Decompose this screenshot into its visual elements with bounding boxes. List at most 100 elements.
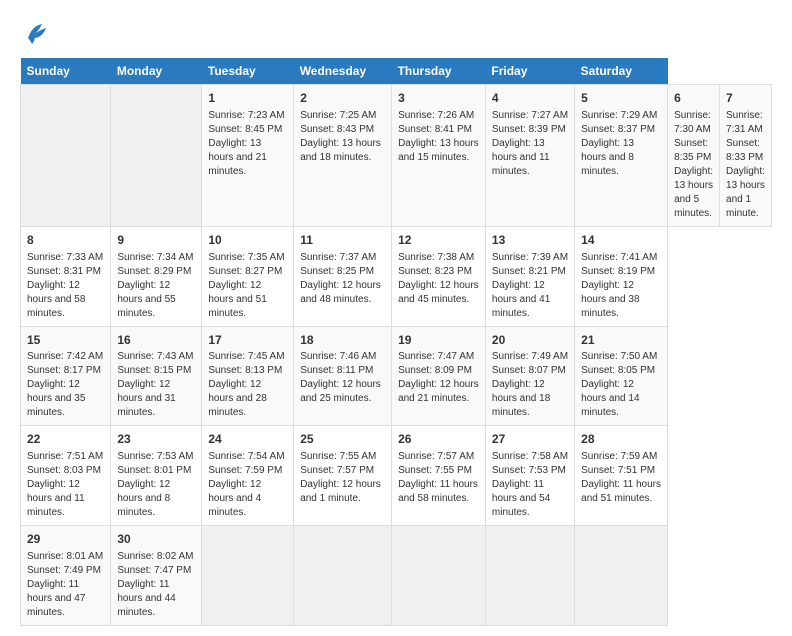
sunrise-text: Sunrise: 7:34 AM [117,252,193,263]
daylight-text: Daylight: 12 hours and 18 minutes. [492,379,550,418]
sunrise-text: Sunrise: 7:38 AM [398,252,474,263]
day-number: 16 [117,332,195,349]
header-day: Monday [111,58,202,85]
sunset-text: Sunset: 8:09 PM [398,365,472,376]
sunrise-text: Sunrise: 7:23 AM [208,110,284,121]
calendar-day-cell: 26Sunrise: 7:57 AMSunset: 7:55 PMDayligh… [392,426,486,526]
calendar-week-row: 29Sunrise: 8:01 AMSunset: 7:49 PMDayligh… [21,526,772,626]
day-number: 18 [300,332,385,349]
sunset-text: Sunset: 8:43 PM [300,124,374,135]
daylight-text: Daylight: 12 hours and 21 minutes. [398,379,479,404]
daylight-text: Daylight: 13 hours and 5 minutes. [674,166,713,219]
sunset-text: Sunset: 8:03 PM [27,465,101,476]
sunrise-text: Sunrise: 7:43 AM [117,351,193,362]
sunset-text: Sunset: 8:11 PM [300,365,373,376]
sunrise-text: Sunrise: 8:02 AM [117,551,193,562]
day-number: 10 [208,232,287,249]
sunrise-text: Sunrise: 7:35 AM [208,252,284,263]
day-number: 7 [726,90,765,107]
calendar-day-cell: 18 Sunrise: 7:46 AM Sunset: 8:11 PM Dayligh… [294,326,392,426]
sunrise-text: Sunrise: 7:55 AM [300,451,376,462]
calendar-day-cell: 30Sunrise: 8:02 AMSunset: 7:47 PMDayligh… [111,526,202,626]
day-number: 1 [208,90,287,107]
day-number: 2 [300,90,385,107]
sunrise-text: Sunrise: 7:57 AM [398,451,474,462]
sunset-text: Sunset: 8:33 PM [726,138,763,163]
calendar-day-cell: 14Sunrise: 7:41 AMSunset: 8:19 PMDayligh… [575,226,668,326]
sunrise-text: Sunrise: 7:49 AM [492,351,568,362]
daylight-text: Daylight: 12 hours and 41 minutes. [492,280,550,319]
daylight-text: Daylight: 13 hours and 18 minutes. [300,138,381,163]
daylight-text: Daylight: 12 hours and 55 minutes. [117,280,175,319]
sunset-text: Sunset: 8:13 PM [208,365,282,376]
sunset-text: Sunset: 7:53 PM [492,465,566,476]
day-number: 11 [300,232,385,249]
calendar-table: SundayMondayTuesdayWednesdayThursdayFrid… [20,58,772,626]
calendar-day-cell: 24Sunrise: 7:54 AMSunset: 7:59 PMDayligh… [202,426,294,526]
sunrise-text: Sunrise: 7:31 AM [726,110,763,135]
sunrise-text: Sunrise: 7:54 AM [208,451,284,462]
day-number: 8 [27,232,104,249]
page: SundayMondayTuesdayWednesdayThursdayFrid… [0,0,792,636]
sunset-text: Sunset: 8:39 PM [492,124,566,135]
sunset-text: Sunset: 8:23 PM [398,266,472,277]
calendar-day-cell: 23Sunrise: 7:53 AMSunset: 8:01 PMDayligh… [111,426,202,526]
sunset-text: Sunset: 8:01 PM [117,465,191,476]
sunrise-text: Sunrise: 7:53 AM [117,451,193,462]
header-day: Sunday [21,58,111,85]
header-day: Saturday [575,58,668,85]
day-number: 9 [117,232,195,249]
day-number: 14 [581,232,661,249]
daylight-text: Daylight: 12 hours and 4 minutes. [208,479,261,518]
day-number: 23 [117,431,195,448]
day-number: 20 [492,332,568,349]
sunset-text: Sunset: 8:35 PM [674,138,711,163]
calendar-day-cell: 27Sunrise: 7:58 AMSunset: 7:53 PMDayligh… [485,426,574,526]
sunrise-text: Sunrise: 7:29 AM [581,110,657,121]
sunset-text: Sunset: 8:45 PM [208,124,282,135]
daylight-text: Daylight: 12 hours and 28 minutes. [208,379,266,418]
sunset-text: Sunset: 8:21 PM [492,266,566,277]
day-number: 4 [492,90,568,107]
calendar-day-cell: 12Sunrise: 7:38 AMSunset: 8:23 PMDayligh… [392,226,486,326]
calendar-day-cell: 22Sunrise: 7:51 AMSunset: 8:03 PMDayligh… [21,426,111,526]
calendar-day-cell: 11Sunrise: 7:37 AMSunset: 8:25 PMDayligh… [294,226,392,326]
sunrise-text: Sunrise: 7:45 AM [208,351,284,362]
sunset-text: Sunset: 8:41 PM [398,124,472,135]
day-number: 26 [398,431,479,448]
daylight-text: Daylight: 12 hours and 31 minutes. [117,379,175,418]
daylight-text: Daylight: 13 hours and 8 minutes. [581,138,634,177]
daylight-text: Daylight: 13 hours and 21 minutes. [208,138,266,177]
calendar-day-cell: 17Sunrise: 7:45 AMSunset: 8:13 PMDayligh… [202,326,294,426]
calendar-day-cell: 15Sunrise: 7:42 AMSunset: 8:17 PMDayligh… [21,326,111,426]
calendar-day-cell: 4Sunrise: 7:27 AMSunset: 8:39 PMDaylight… [485,85,574,227]
sunset-text: Sunset: 8:15 PM [117,365,191,376]
sunset-text: Sunset: 8:19 PM [581,266,655,277]
calendar-day-cell: 28Sunrise: 7:59 AMSunset: 7:51 PMDayligh… [575,426,668,526]
header-row: SundayMondayTuesdayWednesdayThursdayFrid… [21,58,772,85]
calendar-day-cell: 3Sunrise: 7:26 AMSunset: 8:41 PMDaylight… [392,85,486,227]
day-number: 15 [27,332,104,349]
daylight-text: Daylight: 12 hours and 25 minutes. [300,379,381,404]
daylight-text: Daylight: 12 hours and 45 minutes. [398,280,479,305]
sunrise-text: Sunrise: 7:46 AM [300,351,376,362]
sunset-text: Sunset: 8:27 PM [208,266,282,277]
day-number: 29 [27,531,104,548]
sunset-text: Sunset: 8:37 PM [581,124,655,135]
sunrise-text: Sunrise: 7:37 AM [300,252,376,263]
day-number: 30 [117,531,195,548]
sunset-text: Sunset: 7:59 PM [208,465,282,476]
calendar-day-cell: 8Sunrise: 7:33 AMSunset: 8:31 PMDaylight… [21,226,111,326]
sunrise-text: Sunrise: 7:33 AM [27,252,103,263]
sunrise-text: Sunrise: 7:25 AM [300,110,376,121]
day-number: 19 [398,332,479,349]
sunset-text: Sunset: 8:07 PM [492,365,566,376]
sunrise-text: Sunrise: 8:01 AM [27,551,103,562]
daylight-text: Daylight: 12 hours and 1 minute. [300,479,381,504]
day-number: 5 [581,90,661,107]
calendar-week-row: 8Sunrise: 7:33 AMSunset: 8:31 PMDaylight… [21,226,772,326]
calendar-day-cell [111,85,202,227]
logo-icon [20,18,50,48]
sunrise-text: Sunrise: 7:39 AM [492,252,568,263]
day-number: 25 [300,431,385,448]
